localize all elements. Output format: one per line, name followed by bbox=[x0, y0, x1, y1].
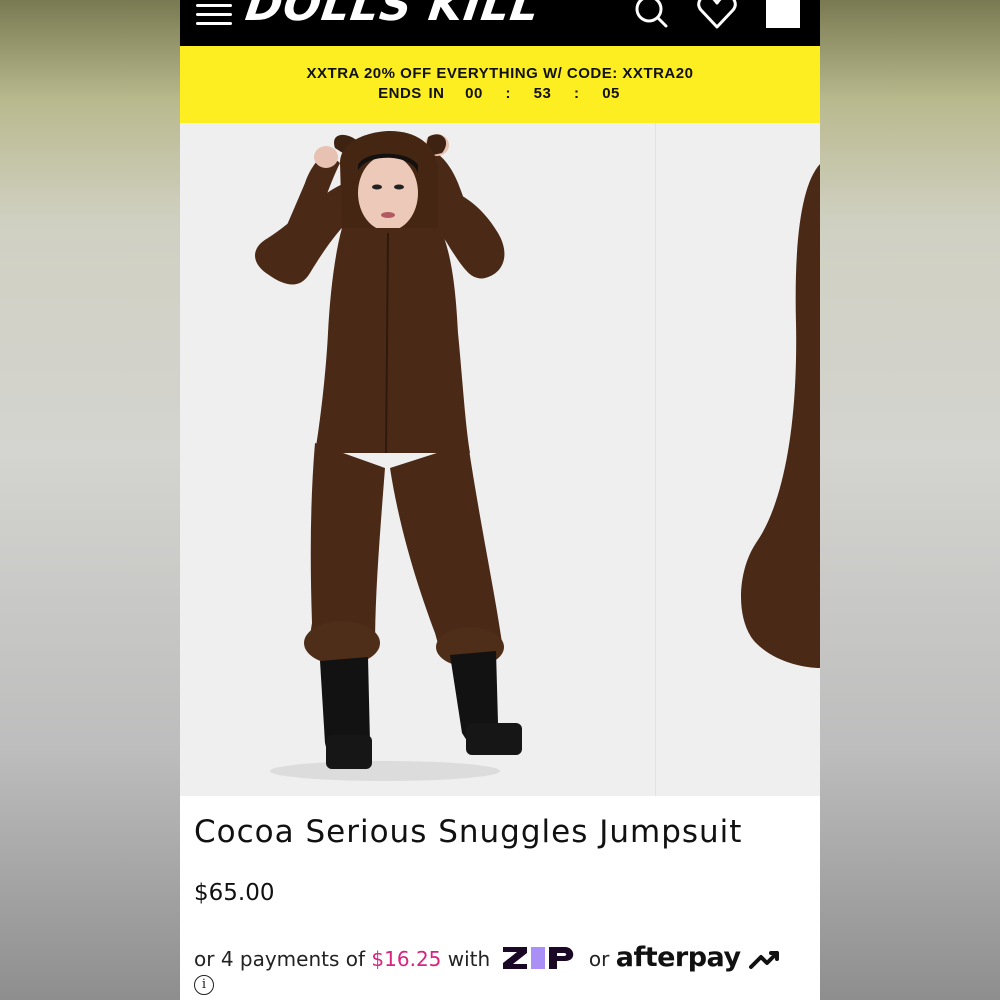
product-image-main[interactable] bbox=[180, 123, 653, 796]
product-title: Cocoa Serious Snuggles Jumpsuit bbox=[194, 814, 743, 850]
promo-text: XXTRA 20% OFF EVERYTHING W/ CODE: XXTRA2… bbox=[306, 65, 694, 82]
site-header: DOLLS KILL bbox=[180, 0, 820, 46]
installment-prefix: or 4 payments of bbox=[194, 947, 366, 971]
product-page: DOLLS KILL XXTRA 20% OFF EVERYTHING W/ C… bbox=[180, 0, 820, 1000]
countdown-separator: : bbox=[574, 85, 580, 102]
afterpay-arrows-icon bbox=[748, 950, 779, 969]
promo-banner[interactable]: XXTRA 20% OFF EVERYTHING W/ CODE: XXTRA2… bbox=[180, 46, 820, 123]
countdown-minutes: 53 bbox=[533, 85, 552, 102]
installment-amount: $16.25 bbox=[371, 947, 442, 971]
countdown: ENDS IN 00 : 53 : 05 bbox=[180, 85, 820, 102]
product-gallery[interactable] bbox=[180, 123, 820, 796]
installment-info: or 4 payments of $16.25 with or afterpay bbox=[194, 942, 783, 976]
afterpay-logo[interactable]: afterpay bbox=[616, 942, 741, 973]
product-image-next[interactable] bbox=[655, 123, 820, 796]
product-price: $65.00 bbox=[194, 880, 275, 906]
countdown-hours: 00 bbox=[465, 85, 483, 102]
brand-logo[interactable]: DOLLS KILL bbox=[242, 0, 543, 31]
countdown-seconds: 05 bbox=[602, 85, 620, 102]
search-icon[interactable] bbox=[632, 0, 672, 30]
installment-or: or bbox=[588, 947, 610, 971]
menu-icon[interactable] bbox=[196, 2, 232, 28]
countdown-separator: : bbox=[505, 85, 511, 102]
info-icon[interactable]: i bbox=[194, 975, 214, 995]
model-photo bbox=[180, 123, 653, 796]
bag-icon[interactable] bbox=[766, 0, 800, 28]
countdown-label: ENDS IN bbox=[378, 85, 445, 102]
installment-with: with bbox=[447, 947, 491, 971]
zip-logo[interactable] bbox=[501, 945, 579, 976]
model-photo-partial bbox=[656, 123, 820, 796]
heart-icon[interactable] bbox=[696, 0, 738, 32]
